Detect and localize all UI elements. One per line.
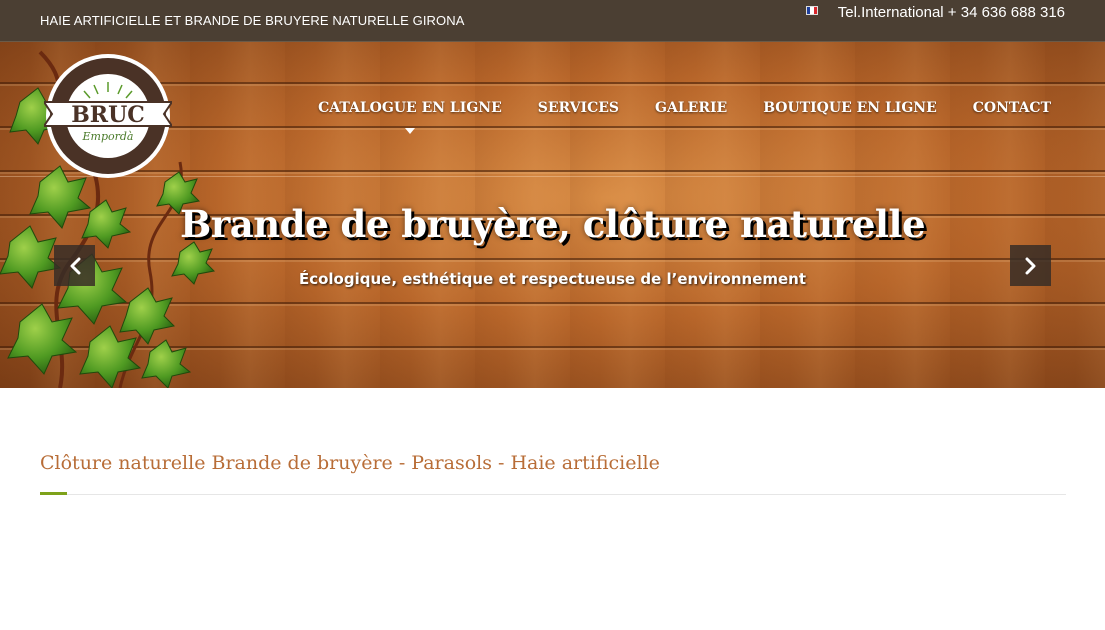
- bruc-emporda-logo[interactable]: Venda de bruc directe de fàbrica BRUC Em…: [44, 52, 172, 180]
- chevron-right-icon: [1025, 257, 1035, 274]
- top-bar: HAIE ARTIFICIELLE ET BRANDE DE BRUYERE N…: [0, 0, 1105, 42]
- nav-item-catalogue[interactable]: CATALOGUE EN LIGNE: [318, 100, 502, 134]
- main-nav: CATALOGUE EN LIGNE SERVICES GALERIE BOUT…: [282, 100, 1051, 134]
- slider-prev-button[interactable]: [54, 245, 95, 286]
- nav-item-galerie[interactable]: GALERIE: [655, 100, 727, 116]
- nav-item-contact[interactable]: CONTACT: [973, 100, 1051, 116]
- logo-script: Empordà: [82, 130, 134, 143]
- chevron-left-icon: [70, 257, 80, 274]
- site-tagline: HAIE ARTIFICIELLE ET BRANDE DE BRUYERE N…: [40, 13, 465, 28]
- france-flag-icon[interactable]: [806, 6, 818, 15]
- section-divider-accent: [40, 492, 67, 495]
- slide-title: Brande de bruyère, clôture naturelle: [179, 202, 926, 246]
- caret-down-icon: [404, 128, 415, 134]
- nav-item-services[interactable]: SERVICES: [538, 100, 619, 116]
- slide-subtitle: Écologique, esthétique et respectueuse d…: [298, 270, 807, 288]
- section-title: Clôture naturelle Brande de bruyère - Pa…: [40, 452, 660, 474]
- nav-item-boutique[interactable]: BOUTIQUE EN LIGNE: [763, 100, 937, 116]
- logo-brand: BRUC: [71, 102, 145, 128]
- slider-next-button[interactable]: [1010, 245, 1051, 286]
- phone-number[interactable]: Tel.International + 34 636 688 316: [838, 4, 1065, 21]
- hero-slider: Venda de bruc directe de fàbrica BRUC Em…: [0, 42, 1105, 388]
- section-divider: [40, 494, 1066, 495]
